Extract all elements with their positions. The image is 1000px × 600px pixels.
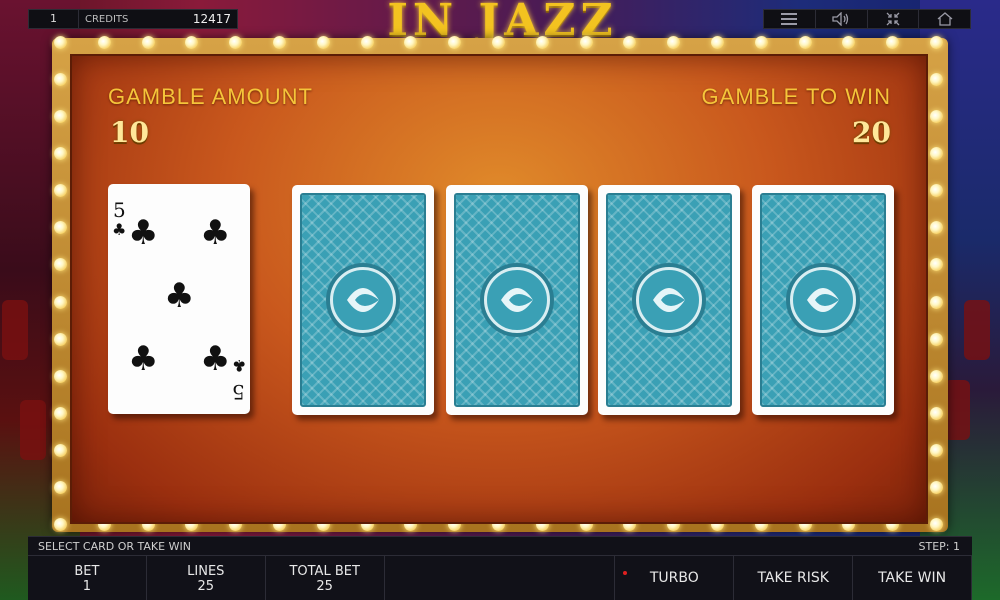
club-icon: ♣	[164, 276, 195, 316]
credits-label: CREDITS	[85, 13, 129, 25]
credits-value: 12417	[192, 12, 231, 26]
marquee-bulb	[711, 36, 724, 49]
credits-panel: 1 CREDITS 12417	[28, 9, 238, 29]
home-icon	[937, 12, 953, 26]
card-back-logo-icon	[484, 267, 550, 333]
home-button[interactable]	[919, 10, 970, 28]
sound-icon	[832, 12, 849, 26]
fullscreen-button[interactable]	[868, 10, 920, 28]
status-message: SELECT CARD OR TAKE WIN	[38, 540, 191, 553]
marquee-bulb	[930, 480, 943, 494]
marquee-bulb	[535, 36, 549, 49]
marquee-bulb	[930, 369, 943, 383]
marquee-bulb	[930, 36, 943, 49]
lines-value: 25	[197, 578, 215, 594]
marquee-bulb	[754, 36, 768, 49]
lines-indicator: 1	[29, 10, 79, 28]
card-back-logo-icon	[636, 267, 702, 333]
chair-decoration	[2, 300, 28, 360]
bet-value: 1	[82, 578, 92, 594]
card-rank: 5	[113, 198, 126, 222]
club-icon: ♣	[200, 213, 231, 253]
bet-display: BET 1	[28, 555, 147, 600]
marquee-bulb	[54, 332, 67, 346]
turbo-indicator-icon	[623, 571, 627, 575]
club-icon: ♣	[128, 213, 159, 253]
club-icon: ♣	[128, 339, 159, 379]
marquee-bulb	[930, 295, 943, 309]
gamble-amount-value: 10	[110, 116, 149, 149]
card-back-logo-icon	[790, 267, 856, 333]
total-bet-label: TOTAL BET	[289, 563, 360, 579]
gamble-amount-label: GAMBLE AMOUNT	[108, 84, 313, 109]
controls-row: BET 1 LINES 25 TOTAL BET 25 TURBO TAKE R…	[28, 555, 972, 600]
lines-label: LINES	[187, 563, 225, 579]
step-indicator: STEP: 1	[918, 540, 961, 553]
marquee-bulb	[930, 443, 943, 457]
gamble-to-win-label: GAMBLE TO WIN	[701, 84, 891, 109]
marquee-bulb	[54, 295, 67, 309]
chair-decoration	[20, 400, 46, 460]
control-bar: SELECT CARD OR TAKE WIN STEP: 1 BET 1 LI…	[28, 536, 972, 600]
marquee-bulb	[579, 36, 593, 49]
fullscreen-icon	[886, 12, 900, 26]
card-back-logo-icon	[330, 267, 396, 333]
top-toolbar	[763, 9, 971, 29]
dealer-card: 5 ♣ ♣ ♣ ♣ ♣ ♣ ♣ 5	[108, 184, 250, 414]
control-spacer	[384, 555, 616, 600]
bet-label: BET	[74, 563, 100, 579]
lines-display: LINES 25	[146, 555, 266, 600]
marquee-bulb	[54, 406, 67, 420]
face-down-card-3[interactable]	[598, 185, 740, 415]
face-down-card-4[interactable]	[752, 185, 894, 415]
marquee-bulb	[54, 73, 67, 87]
turbo-button[interactable]: TURBO	[615, 555, 735, 600]
total-bet-value: 25	[316, 578, 333, 594]
club-icon: ♣	[112, 220, 127, 239]
marquee-bulb	[141, 36, 155, 49]
gamble-to-win-value: 20	[852, 116, 891, 149]
menu-button[interactable]	[764, 10, 816, 28]
club-icon: ♣	[200, 339, 231, 379]
marquee-bulb	[930, 73, 943, 87]
face-down-card-1[interactable]	[292, 185, 434, 415]
take-risk-button[interactable]: TAKE RISK	[734, 555, 854, 600]
chair-decoration	[964, 300, 990, 360]
marquee-bulb	[273, 36, 286, 49]
face-down-card-2[interactable]	[446, 185, 588, 415]
marquee-bulb	[930, 406, 943, 420]
take-win-button[interactable]: TAKE WIN	[853, 555, 972, 600]
marquee-bulb	[54, 443, 67, 457]
menu-icon	[781, 13, 798, 25]
status-line: SELECT CARD OR TAKE WIN STEP: 1	[28, 537, 972, 555]
marquee-bulb	[492, 36, 505, 49]
marquee-bulb	[316, 36, 330, 49]
marquee-bulb	[97, 36, 111, 49]
sound-button[interactable]	[816, 10, 868, 28]
marquee-bulb	[930, 332, 943, 346]
card-rank: 5	[232, 380, 245, 404]
club-icon: ♣	[232, 356, 247, 375]
marquee-bulb	[930, 518, 943, 531]
total-bet-display: TOTAL BET 25	[265, 555, 385, 600]
marquee-bulb	[54, 36, 67, 49]
marquee-bulb	[54, 480, 67, 494]
marquee-bulb	[54, 518, 67, 531]
marquee-bulb	[360, 36, 374, 49]
marquee-bulb	[798, 36, 812, 49]
marquee-bulb	[54, 369, 67, 383]
